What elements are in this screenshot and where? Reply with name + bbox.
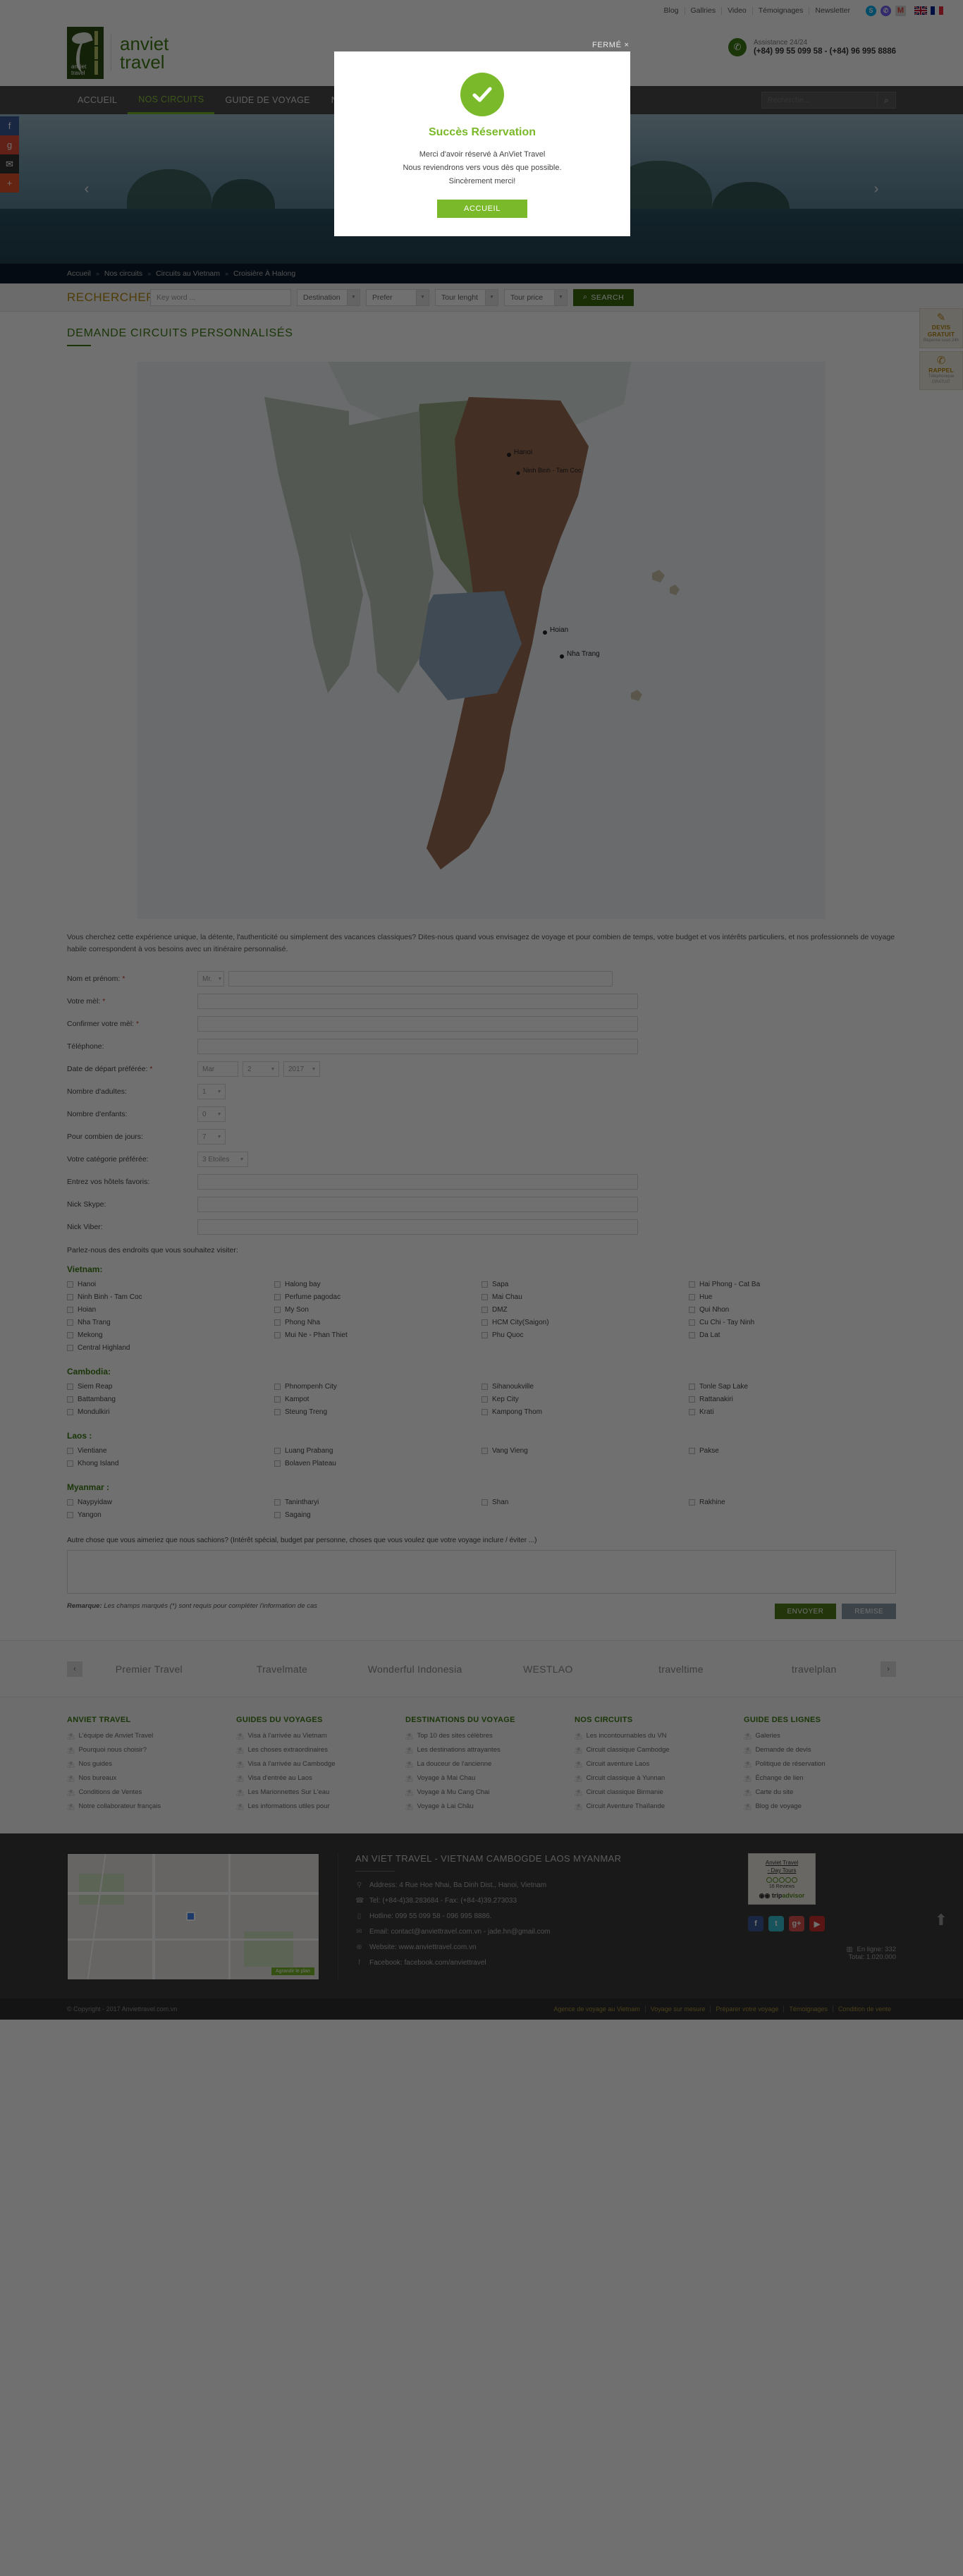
modal-line1: Merci d'avoir réservé à AnViet Travel <box>419 150 546 159</box>
modal-line3: Sincèrement merci! <box>448 177 516 185</box>
success-modal: Succès Réservation Merci d'avoir réservé… <box>334 51 630 236</box>
modal-close-button[interactable]: FERMÉ × <box>592 41 630 49</box>
modal-accueil-button[interactable]: ACCUEIL <box>437 200 527 218</box>
modal-title: Succès Réservation <box>428 126 536 138</box>
modal-line2: Nous reviendrons vers vous dès que possi… <box>403 164 562 172</box>
success-check-icon <box>460 73 504 116</box>
close-icon: × <box>624 41 630 49</box>
modal-overlay[interactable] <box>0 0 963 2576</box>
modal-close-label: FERMÉ <box>592 41 622 49</box>
page-root: Blog Gallries Video Témoignages Newslett… <box>0 0 963 2576</box>
